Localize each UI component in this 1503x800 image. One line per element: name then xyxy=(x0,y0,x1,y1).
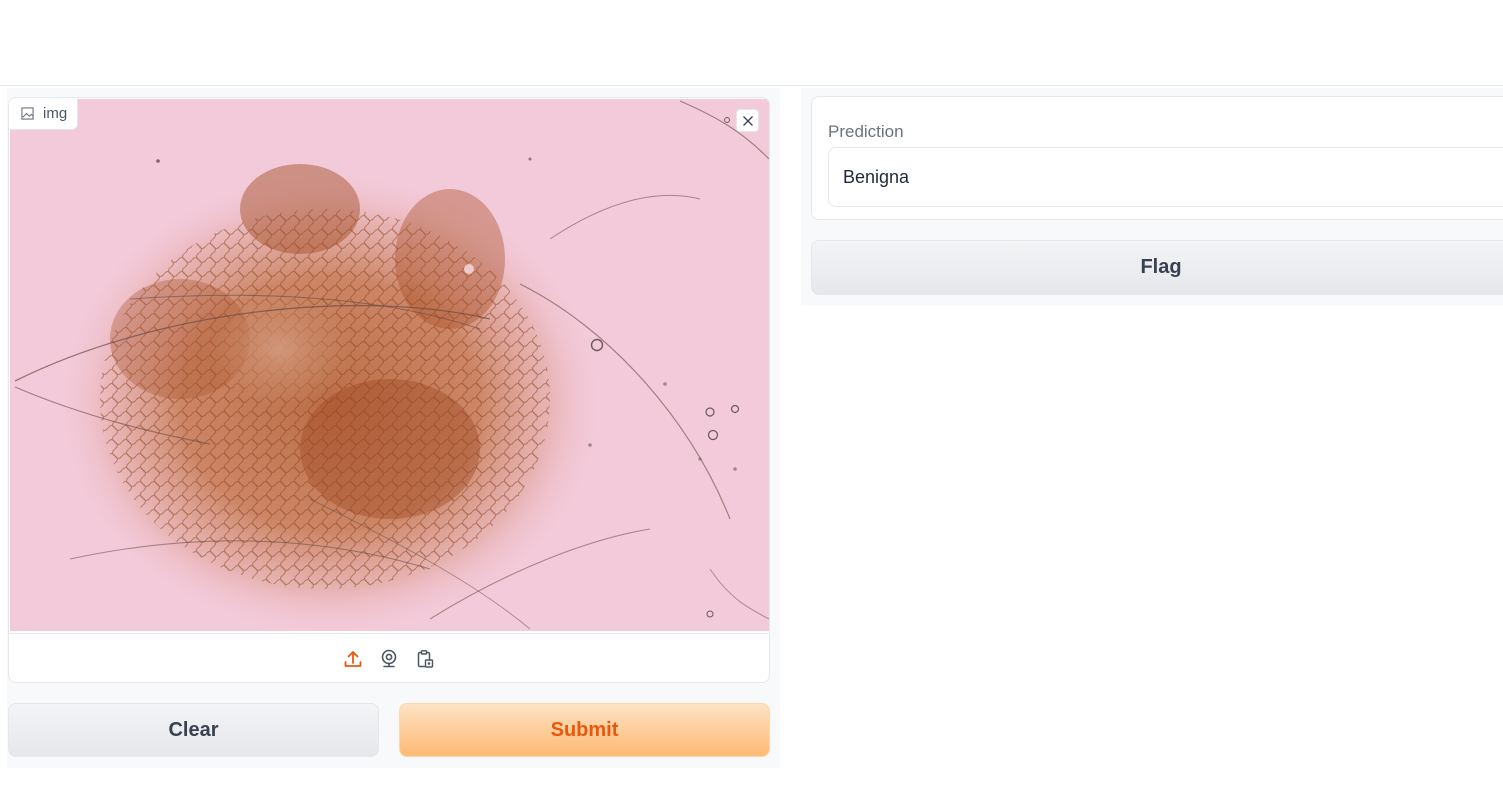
clipboard-icon[interactable] xyxy=(414,648,436,670)
lesion-image xyxy=(10,99,769,631)
webcam-icon[interactable] xyxy=(378,648,400,670)
clear-image-button[interactable] xyxy=(736,109,759,132)
output-column: Prediction Benigna Flag xyxy=(801,88,1503,305)
input-column: img Clear Submit xyxy=(7,88,780,768)
image-input-label: img xyxy=(9,98,79,130)
prediction-output: Prediction Benigna xyxy=(811,96,1503,220)
image-input[interactable]: img xyxy=(8,97,770,683)
flag-button[interactable]: Flag xyxy=(811,240,1503,295)
clear-button[interactable]: Clear xyxy=(8,703,379,757)
submit-button[interactable]: Submit xyxy=(399,703,770,757)
upload-icon[interactable] xyxy=(342,648,364,670)
prediction-textbox[interactable]: Benigna xyxy=(828,147,1503,207)
image-source-toolbar xyxy=(9,633,769,682)
image-label-text: img xyxy=(43,105,68,122)
header-divider xyxy=(0,85,1503,86)
uploaded-image xyxy=(10,99,769,631)
close-icon xyxy=(742,115,753,126)
prediction-label: Prediction xyxy=(828,122,904,141)
image-icon xyxy=(21,107,34,120)
